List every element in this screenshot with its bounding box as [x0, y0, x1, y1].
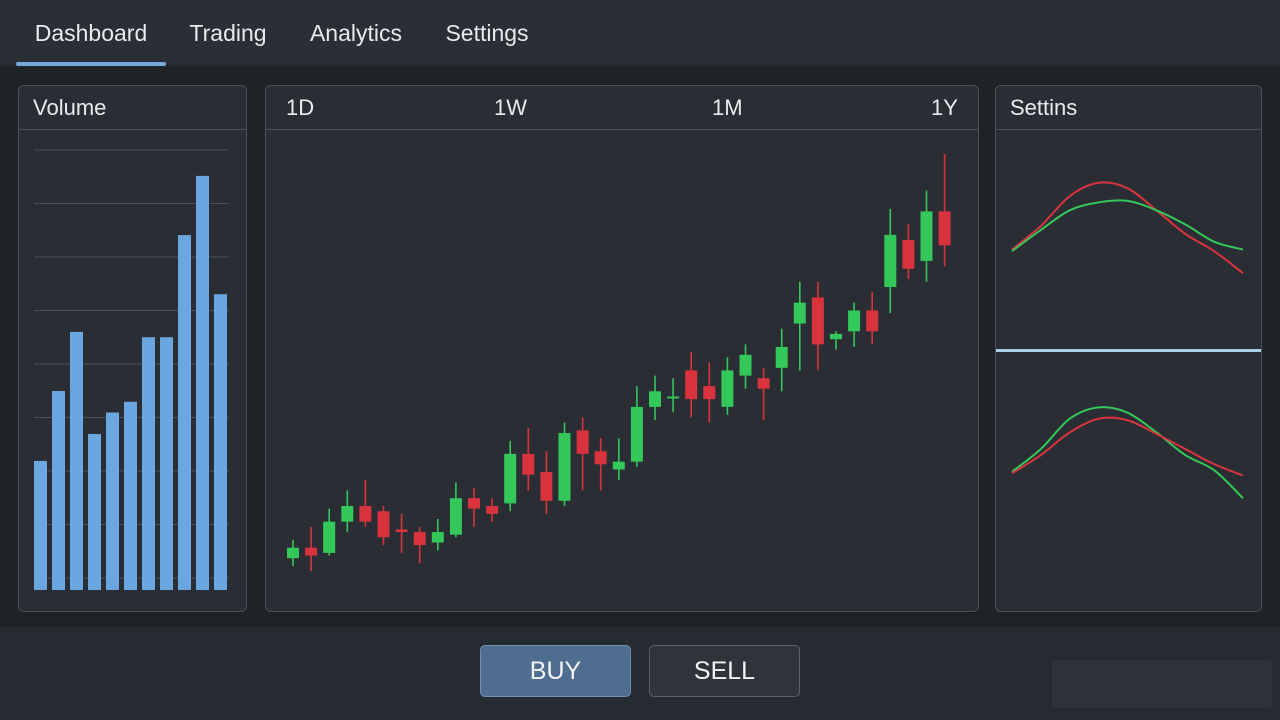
candle-body [938, 211, 951, 246]
top-navigation: Dashboard Trading Analytics Settings [0, 0, 1280, 66]
volume-panel: Volume [18, 85, 247, 612]
curve-chart-bottom [1011, 406, 1244, 499]
candle-body [739, 354, 752, 376]
range-tab-1m[interactable]: 1M [712, 86, 743, 130]
candle-body [630, 406, 643, 462]
candle-body [811, 297, 824, 345]
candle-body [377, 511, 390, 538]
volume-bar [214, 294, 227, 590]
candle-body [594, 451, 607, 465]
volume-bar [34, 460, 47, 590]
range-tab-1w[interactable]: 1W [494, 86, 527, 130]
watermark-logo [1052, 660, 1272, 708]
candle-body [793, 302, 806, 324]
range-tab-1y[interactable]: 1Y [931, 86, 958, 130]
tab-settings[interactable]: Settings [432, 0, 542, 66]
price-panel-header: 1D 1W 1M 1Y [266, 86, 978, 130]
candle-body [540, 472, 553, 501]
candle-body [685, 370, 698, 400]
volume-bar [88, 434, 101, 590]
candle-body [902, 240, 915, 269]
candle-body [504, 453, 517, 504]
volume-bar [196, 175, 209, 590]
volume-bar [70, 331, 83, 590]
candle-body [468, 498, 480, 509]
candle-body [848, 310, 861, 332]
candle-body [757, 378, 770, 389]
range-tab-1d[interactable]: 1D [286, 86, 314, 130]
volume-chart [34, 149, 229, 591]
candle-body [413, 532, 426, 546]
candle-body [667, 396, 680, 399]
candle-body [486, 506, 499, 514]
candle-body [703, 386, 716, 400]
settings-panel: Settins [995, 85, 1262, 612]
volume-bar [160, 337, 173, 590]
candlestick-chart [287, 154, 951, 572]
settings-panel-title: Settins [1010, 94, 1078, 120]
candle-body [920, 211, 933, 261]
volume-bar [124, 401, 137, 590]
candle-body [830, 333, 842, 340]
candle-body [395, 529, 408, 533]
buy-button[interactable]: BUY [480, 645, 631, 697]
candle-body [775, 346, 788, 368]
candle-body [359, 506, 372, 522]
candle-body [522, 453, 535, 475]
candle-body [649, 391, 661, 407]
candle-body [305, 547, 318, 556]
tab-analytics[interactable]: Analytics [296, 0, 416, 66]
candle-body [558, 433, 571, 501]
candle-body [576, 430, 589, 454]
candle-body [449, 498, 462, 535]
price-panel: 1D 1W 1M 1Y [265, 85, 979, 612]
candle-body [323, 521, 336, 553]
settings-panel-header: Settins [996, 86, 1261, 130]
sell-button[interactable]: SELL [649, 645, 800, 697]
volume-bar [52, 391, 65, 590]
candle-body [431, 532, 444, 543]
main-area: Volume 1D 1W 1M 1Y Settins [0, 67, 1280, 627]
candle-body [287, 547, 299, 559]
curve-series [1011, 181, 1244, 274]
curve-chart-top [1011, 181, 1244, 274]
volume-bar [178, 235, 191, 591]
tab-dashboard[interactable]: Dashboard [16, 0, 166, 66]
candle-body [884, 234, 897, 287]
volume-bar [106, 412, 119, 590]
candle-body [612, 461, 625, 470]
volume-panel-title: Volume [33, 94, 107, 120]
candle-body [866, 310, 879, 332]
tab-trading[interactable]: Trading [176, 0, 280, 66]
curve-series [1011, 199, 1244, 252]
candle-body [341, 506, 354, 522]
volume-bar [142, 337, 155, 590]
candle-body [721, 370, 734, 407]
volume-panel-header: Volume [19, 86, 246, 130]
